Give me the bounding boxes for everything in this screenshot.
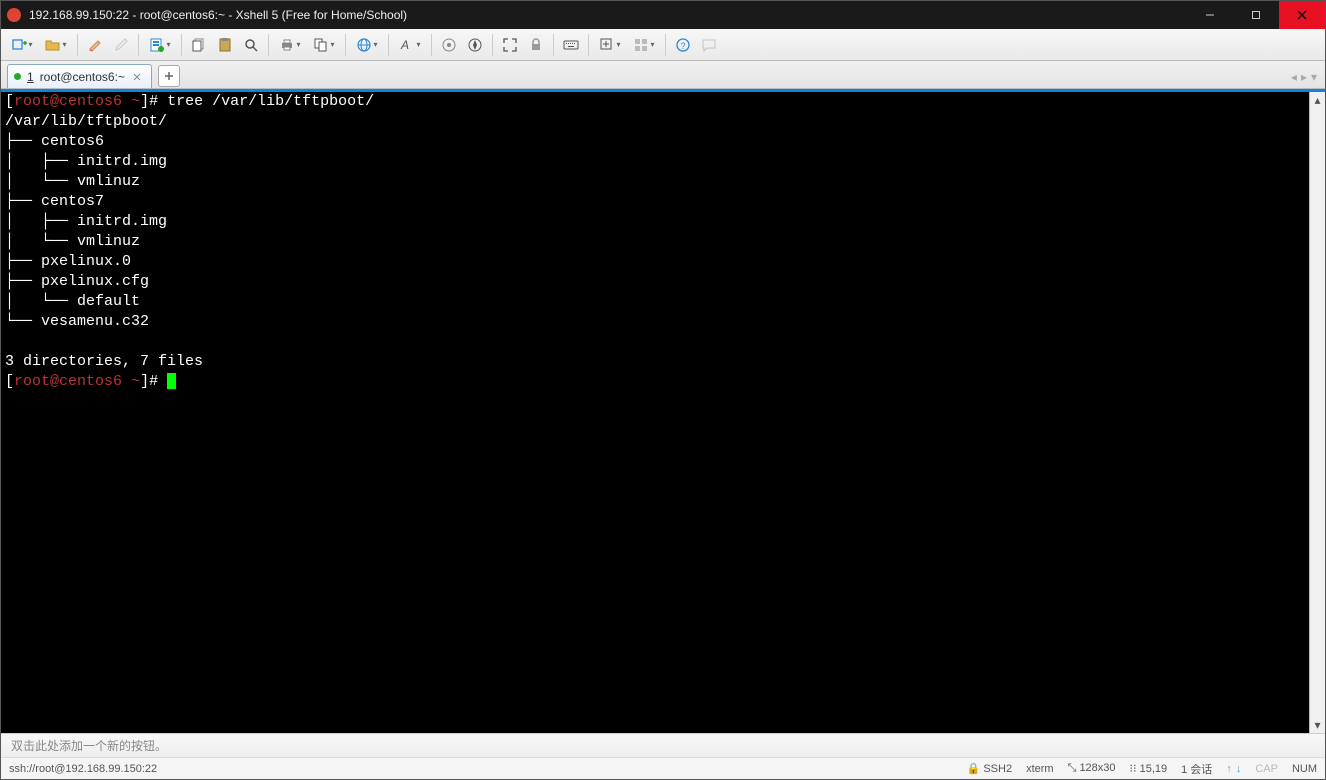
navigate-button[interactable]	[464, 34, 486, 56]
prompt-close: ]#	[140, 93, 167, 110]
fullscreen-button[interactable]	[499, 34, 521, 56]
command: tree /var/lib/tftpboot/	[167, 93, 374, 110]
scroll-up-button[interactable]: ▴	[1310, 92, 1325, 108]
prompt-bracket: [	[5, 93, 14, 110]
status-cap: CAP	[1255, 763, 1278, 775]
prompt-user: root@centos6	[14, 93, 122, 110]
status-size-label: 128x30	[1079, 762, 1115, 774]
status-pos-label: 15,19	[1140, 763, 1168, 775]
xagent-button[interactable]	[438, 34, 460, 56]
quick-command-bar[interactable]: 双击此处添加一个新的按钮。	[1, 733, 1325, 757]
status-connection: ssh://root@192.168.99.150:22	[9, 763, 157, 775]
toolbar-separator	[268, 34, 269, 56]
tab-number: 1	[27, 70, 34, 84]
print-button[interactable]: ▾	[275, 34, 305, 56]
feedback-button[interactable]	[698, 34, 720, 56]
toolbar: ▾ ▾ ▾ ▾ ▾ ▾ A▾	[1, 29, 1325, 61]
output-line: │ └── vmlinuz	[5, 173, 140, 190]
toolbar-separator	[138, 34, 139, 56]
prompt-close: ]#	[140, 373, 167, 390]
tabbar: 1 root@centos6:~ ◂ ▸ ▾	[1, 61, 1325, 89]
output-line: /var/lib/tftpboot/	[5, 113, 167, 130]
download-icon: ↓	[1236, 763, 1242, 775]
maximize-button[interactable]	[1233, 1, 1279, 29]
toolbar-separator	[553, 34, 554, 56]
titlebar: 192.168.99.150:22 - root@centos6:~ - Xsh…	[1, 1, 1325, 29]
toolbar-separator	[77, 34, 78, 56]
lock-icon: 🔒	[967, 763, 984, 775]
layout-button[interactable]: ▾	[629, 34, 659, 56]
status-num: NUM	[1292, 763, 1317, 775]
prompt-bracket: [	[5, 373, 14, 390]
find-button[interactable]	[240, 34, 262, 56]
upload-icon: ↑	[1226, 763, 1232, 775]
toolbar-separator	[665, 34, 666, 56]
scrollbar[interactable]: ▴ ▾	[1309, 92, 1325, 733]
session-tab[interactable]: 1 root@centos6:~	[7, 64, 152, 88]
new-session-button[interactable]: ▾	[7, 34, 37, 56]
position-icon: ⁝⁝	[1130, 763, 1140, 775]
terminal[interactable]: [root@centos6 ~]# tree /var/lib/tftpboot…	[1, 92, 1325, 733]
scroll-down-button[interactable]: ▾	[1310, 717, 1325, 733]
status-size: ⤡ 128x30	[1068, 762, 1116, 775]
highlight-button[interactable]	[84, 34, 106, 56]
toolbar-separator	[181, 34, 182, 56]
tab-prev-button[interactable]: ◂	[1291, 70, 1297, 84]
prompt-user: root@centos6	[14, 373, 122, 390]
add-tile-button[interactable]: ▾	[595, 34, 625, 56]
scroll-track[interactable]	[1310, 108, 1325, 717]
svg-text:A: A	[400, 38, 409, 52]
output-line: ├── centos6	[5, 133, 104, 150]
output-line: ├── pxelinux.cfg	[5, 273, 149, 290]
output-line: │ └── default	[5, 293, 140, 310]
tab-close-button[interactable]	[131, 71, 143, 83]
toolbar-separator	[388, 34, 389, 56]
output-line: │ └── vmlinuz	[5, 233, 140, 250]
close-button[interactable]	[1279, 1, 1325, 29]
help-button[interactable]: ?	[672, 34, 694, 56]
copy-button[interactable]	[188, 34, 210, 56]
toolbar-separator	[492, 34, 493, 56]
output-line: 3 directories, 7 files	[5, 353, 203, 370]
status-ssh-label: SSH2	[983, 763, 1012, 775]
tab-menu-button[interactable]: ▾	[1311, 70, 1317, 84]
output-line: ├── centos7	[5, 193, 104, 210]
app-icon	[7, 8, 21, 22]
connection-status-icon	[14, 73, 21, 80]
svg-text:?: ?	[681, 41, 686, 51]
properties-button[interactable]: ▾	[145, 34, 175, 56]
status-bar: ssh://root@192.168.99.150:22 🔒 SSH2 xter…	[1, 757, 1325, 779]
font-button[interactable]: A▾	[395, 34, 425, 56]
tab-next-button[interactable]: ▸	[1301, 70, 1307, 84]
toolbar-separator	[431, 34, 432, 56]
status-sessions: 1 会话	[1181, 761, 1212, 777]
prompt-tilde: ~	[122, 373, 140, 390]
status-cursor-pos: ⁝⁝ 15,19	[1130, 762, 1168, 775]
output-line: ├── pxelinux.0	[5, 253, 131, 270]
quick-command-hint: 双击此处添加一个新的按钮。	[11, 737, 167, 754]
output-line: │ ├── initrd.img	[5, 153, 167, 170]
color-picker-button[interactable]	[110, 34, 132, 56]
status-ssh: 🔒 SSH2	[967, 762, 1013, 775]
terminal-output[interactable]: [root@centos6 ~]# tree /var/lib/tftpboot…	[1, 92, 1309, 733]
web-button[interactable]: ▾	[352, 34, 382, 56]
window-title: 192.168.99.150:22 - root@centos6:~ - Xsh…	[29, 8, 1187, 22]
toolbar-separator	[345, 34, 346, 56]
open-button[interactable]: ▾	[41, 34, 71, 56]
status-term-type: xterm	[1026, 763, 1054, 775]
cursor	[167, 373, 176, 389]
copy-selection-button[interactable]: ▾	[309, 34, 339, 56]
minimize-button[interactable]	[1187, 1, 1233, 29]
paste-button[interactable]	[214, 34, 236, 56]
size-icon: ⤡	[1068, 762, 1080, 774]
prompt-tilde: ~	[122, 93, 140, 110]
output-line: └── vesamenu.c32	[5, 313, 149, 330]
lock-button[interactable]	[525, 34, 547, 56]
keyboard-button[interactable]	[560, 34, 582, 56]
output-line: │ ├── initrd.img	[5, 213, 167, 230]
new-tab-button[interactable]	[158, 65, 180, 87]
tab-label: root@centos6:~	[40, 70, 125, 84]
toolbar-separator	[588, 34, 589, 56]
